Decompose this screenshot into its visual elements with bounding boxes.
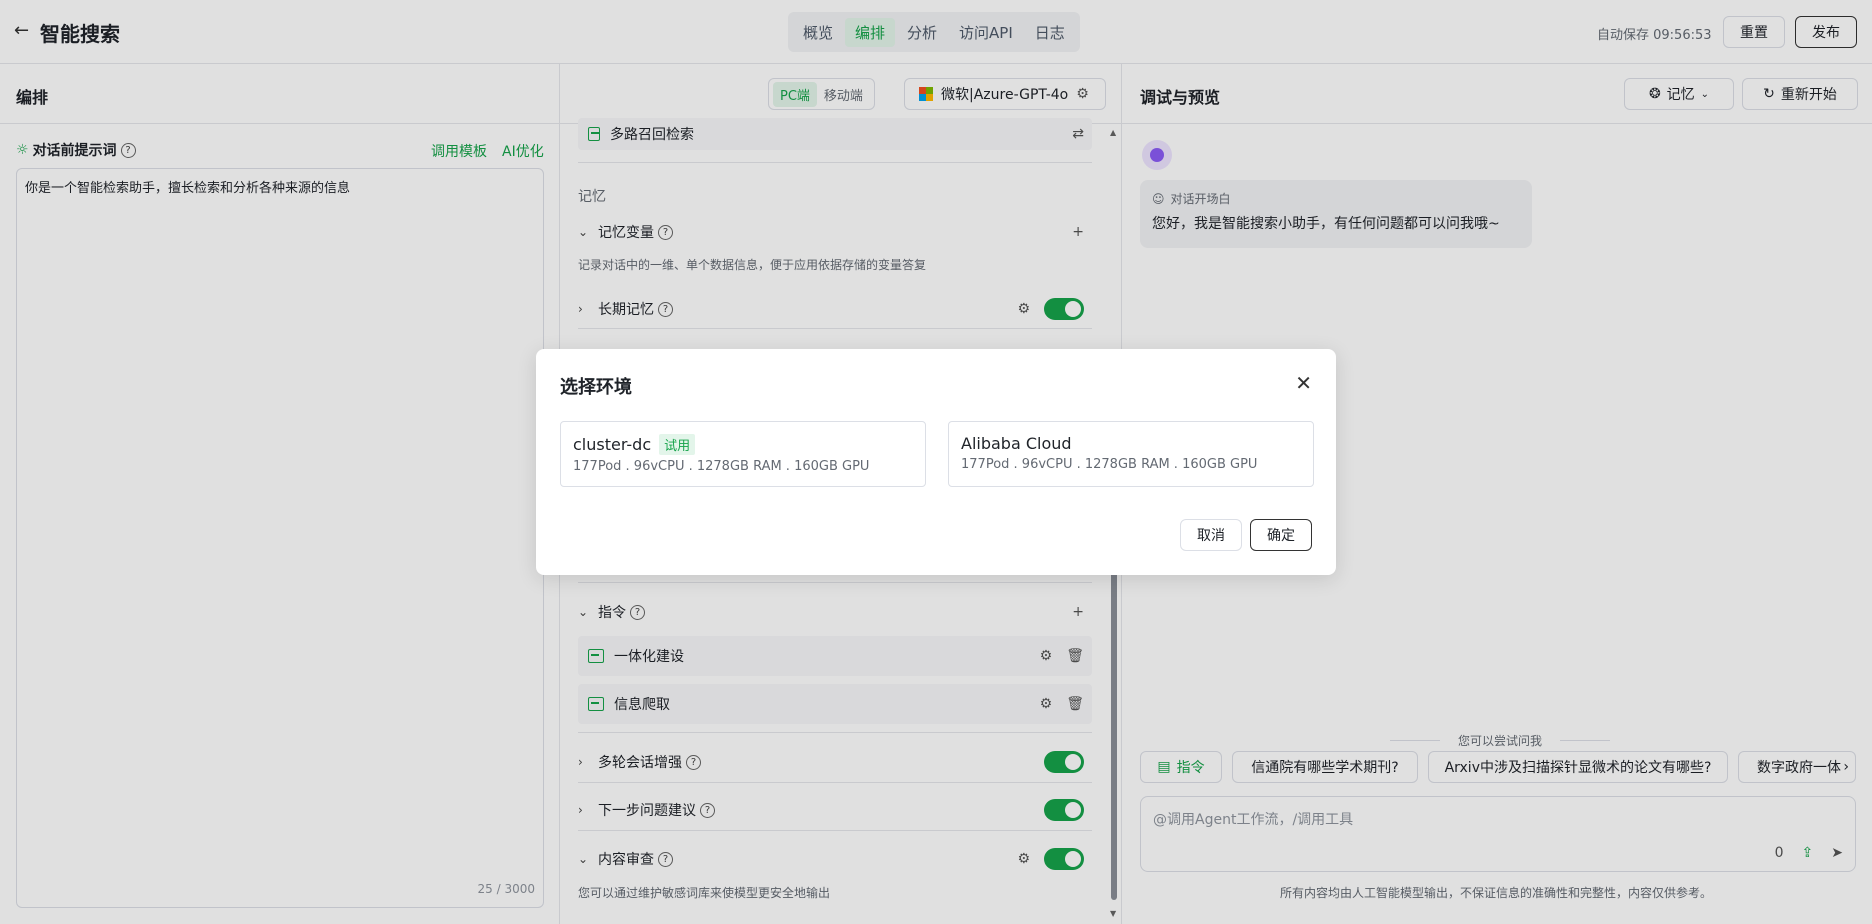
- env-card-alibaba-cloud[interactable]: Alibaba Cloud 177Pod . 96vCPU . 1278GB R…: [948, 421, 1314, 487]
- env-name: cluster-dc: [573, 435, 652, 454]
- confirm-button[interactable]: 确定: [1250, 519, 1312, 551]
- env-modal: 选择环境 ✕ cluster-dc 试用 177Pod . 96vCPU . 1…: [536, 349, 1336, 575]
- env-card-cluster-dc[interactable]: cluster-dc 试用 177Pod . 96vCPU . 1278GB R…: [560, 421, 926, 487]
- trial-badge: 试用: [659, 434, 696, 455]
- env-specs: 177Pod . 96vCPU . 1278GB RAM . 160GB GPU: [573, 459, 870, 474]
- cancel-button[interactable]: 取消: [1180, 519, 1242, 551]
- close-icon[interactable]: ✕: [1295, 371, 1312, 395]
- env-name: Alibaba Cloud: [961, 434, 1072, 453]
- env-specs: 177Pod . 96vCPU . 1278GB RAM . 160GB GPU: [961, 457, 1258, 472]
- modal-title: 选择环境: [560, 377, 632, 398]
